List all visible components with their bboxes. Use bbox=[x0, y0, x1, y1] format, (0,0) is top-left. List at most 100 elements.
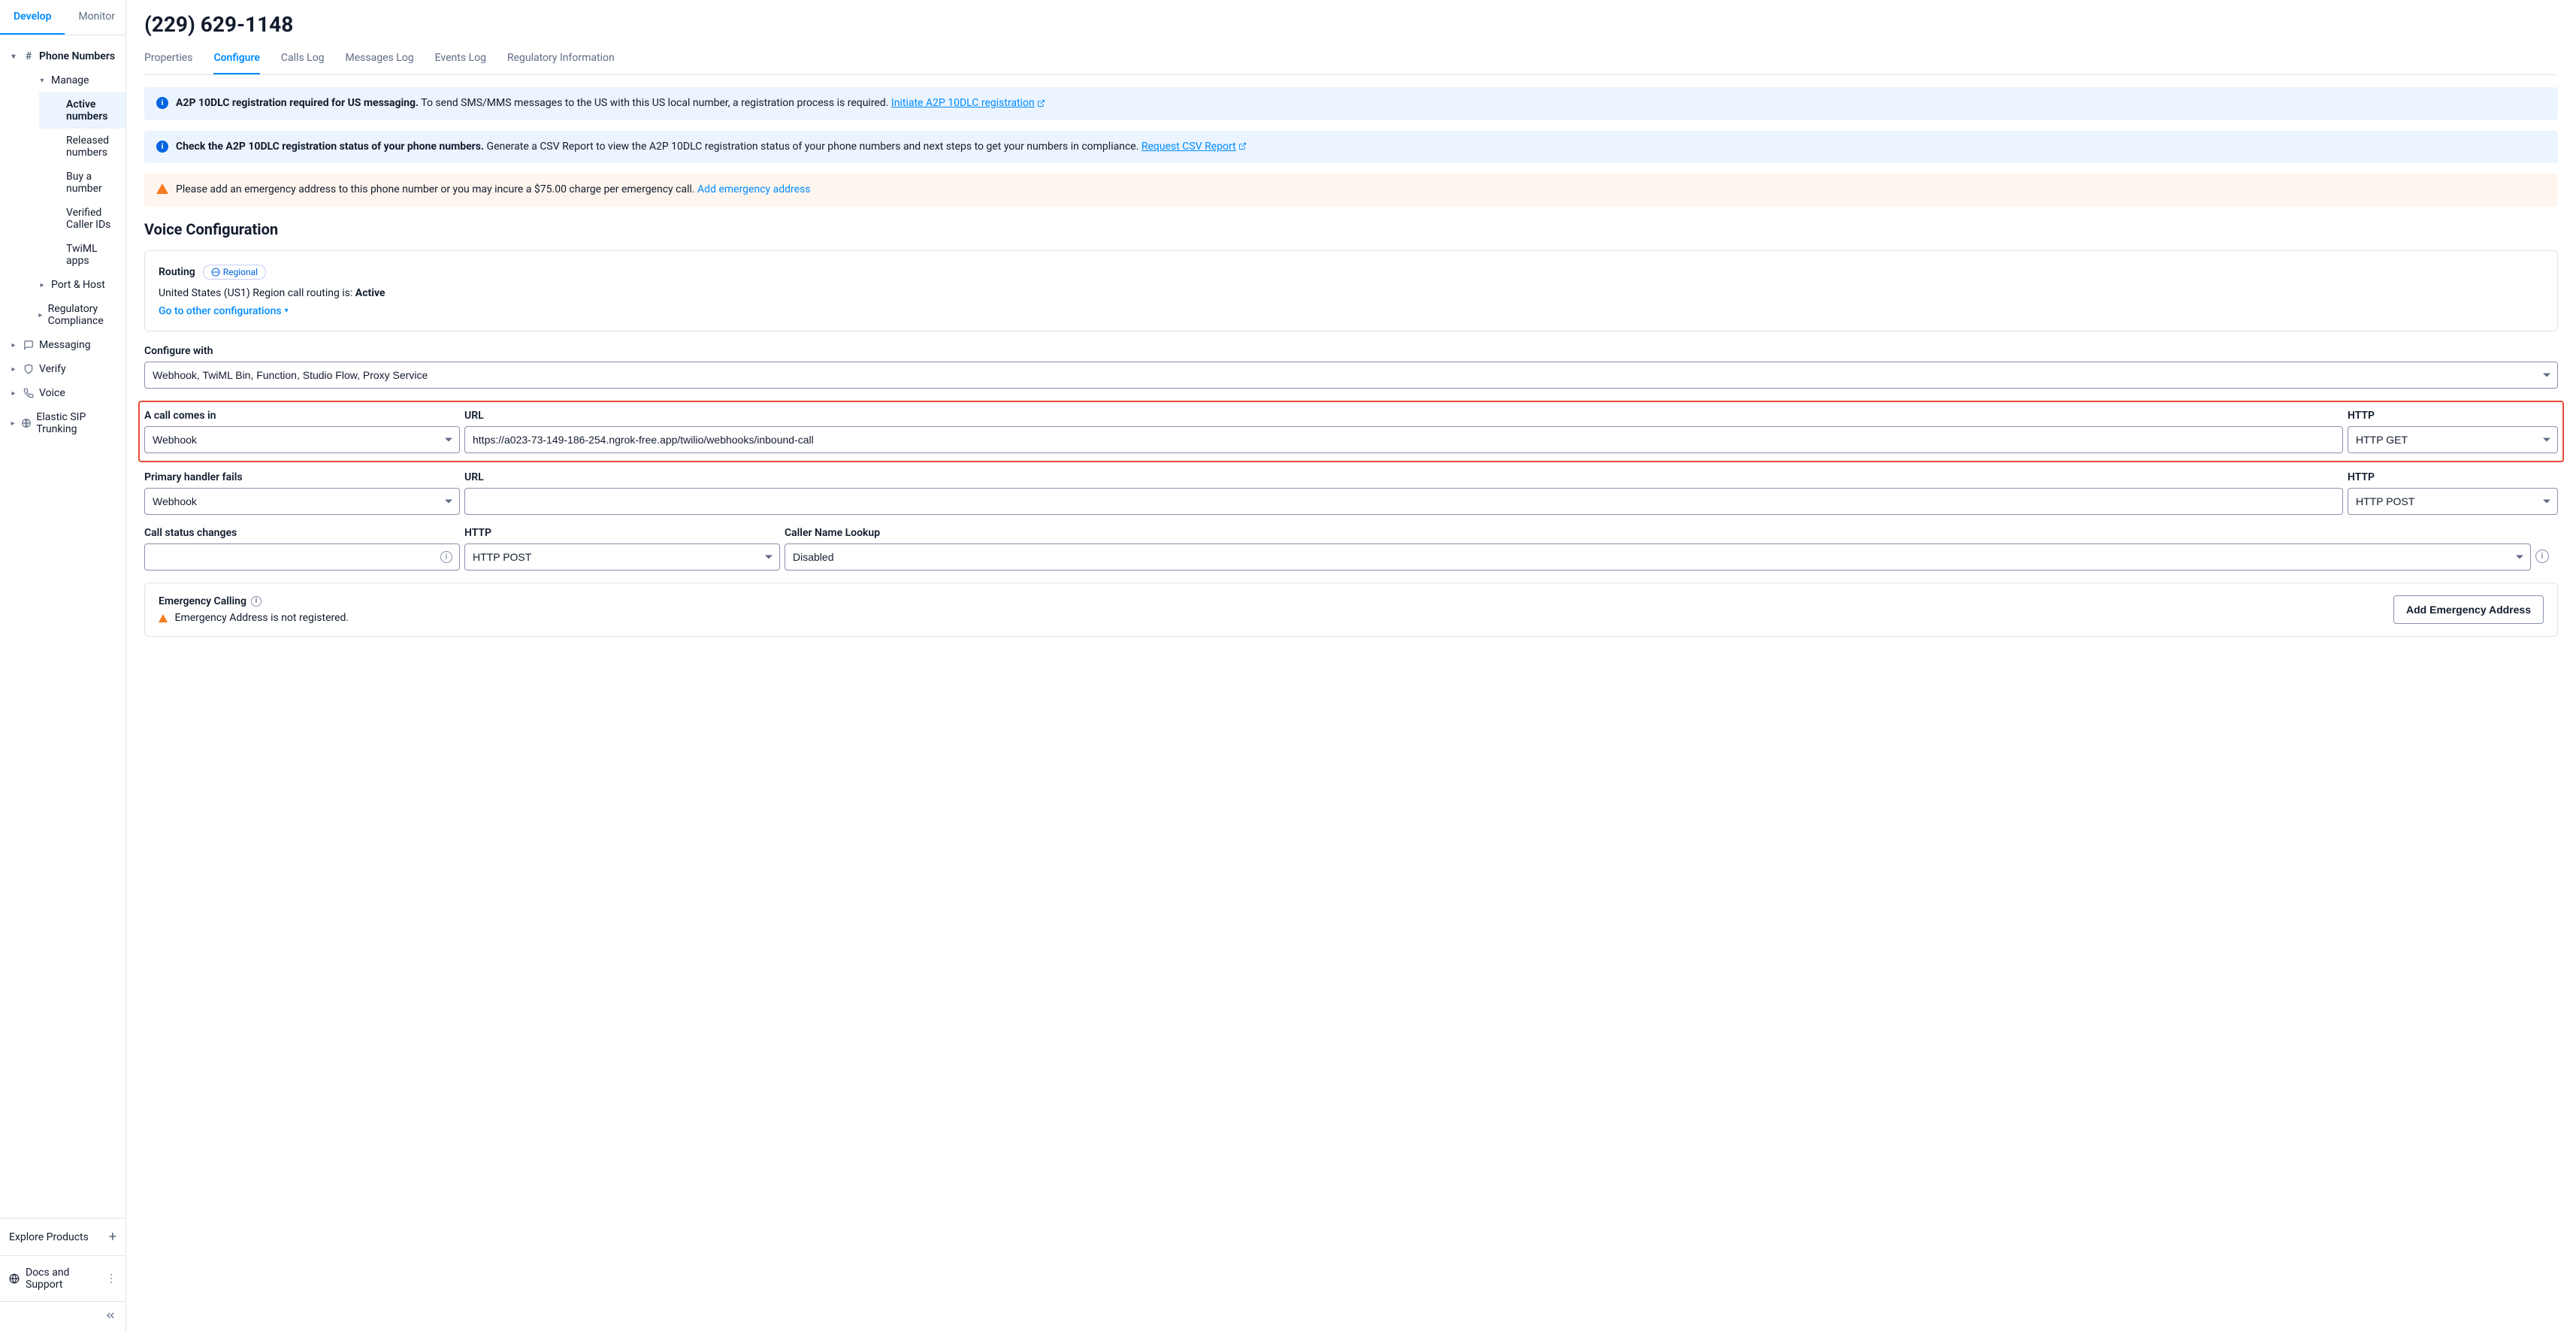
docs-label: Docs and Support bbox=[26, 1267, 100, 1291]
call-comes-in-url-input[interactable] bbox=[464, 426, 2343, 453]
section-title-voice: Voice Configuration bbox=[144, 220, 2558, 238]
banner-bold: Check the A2P 10DLC registration status … bbox=[176, 141, 484, 153]
emergency-card: Emergency Calling i Emergency Address is… bbox=[144, 583, 2558, 637]
nav-twiml-apps[interactable]: TwiML apps bbox=[39, 237, 125, 273]
page-title: (229) 629-1148 bbox=[144, 12, 2558, 37]
chevron-right-icon: ▸ bbox=[9, 365, 18, 374]
nav-elastic-sip[interactable]: ▸ Elastic SIP Trunking bbox=[0, 405, 125, 441]
content-tabs: Properties Configure Calls Log Messages … bbox=[144, 43, 2558, 75]
http-label: HTTP bbox=[2348, 471, 2558, 483]
banner-emergency: Please add an emergency address to this … bbox=[144, 174, 2558, 207]
hash-icon: # bbox=[23, 50, 35, 62]
nav-label: Manage bbox=[51, 74, 89, 86]
nav-released-numbers[interactable]: Released numbers bbox=[39, 129, 125, 165]
link-request-csv[interactable]: Request CSV Report bbox=[1141, 141, 1247, 153]
chat-icon bbox=[23, 339, 35, 351]
explore-products[interactable]: Explore Products + bbox=[0, 1218, 125, 1255]
nav-manage[interactable]: ▾ Manage bbox=[24, 68, 125, 92]
tab-monitor[interactable]: Monitor bbox=[65, 0, 128, 35]
nav-verified-caller-ids[interactable]: Verified Caller IDs bbox=[39, 201, 125, 237]
nav-label: Phone Numbers bbox=[39, 50, 115, 62]
warning-icon bbox=[159, 614, 168, 622]
nav-label: Messaging bbox=[39, 339, 91, 351]
nav-verify[interactable]: ▸ Verify bbox=[0, 357, 125, 381]
nav-active-numbers[interactable]: Active numbers bbox=[39, 92, 125, 129]
nav-phone-numbers[interactable]: ▾ # Phone Numbers bbox=[0, 44, 125, 68]
tab-calls-log[interactable]: Calls Log bbox=[281, 43, 325, 74]
configure-with-select[interactable]: Webhook, TwiML Bin, Function, Studio Flo… bbox=[144, 362, 2558, 389]
call-status-input[interactable] bbox=[144, 543, 460, 571]
shield-icon bbox=[23, 363, 35, 375]
link-initiate-a2p[interactable]: Initiate A2P 10DLC registration bbox=[891, 97, 1045, 109]
chevron-right-icon: ▸ bbox=[9, 419, 17, 428]
chevron-right-icon: ▸ bbox=[38, 311, 44, 319]
nav-label: Regulatory Compliance bbox=[48, 303, 116, 327]
external-link-icon bbox=[1037, 99, 1045, 107]
call-status-label: Call status changes bbox=[144, 527, 460, 539]
call-comes-in-label: A call comes in bbox=[144, 410, 460, 422]
plus-icon: + bbox=[109, 1229, 116, 1245]
more-icon[interactable]: ⋮ bbox=[106, 1273, 116, 1285]
phone-icon bbox=[23, 387, 35, 399]
routing-status: United States (US1) Region call routing … bbox=[159, 287, 2544, 299]
nav-regulatory-compliance[interactable]: ▸ Regulatory Compliance bbox=[24, 297, 125, 333]
nav-buy-number[interactable]: Buy a number bbox=[39, 165, 125, 201]
chevron-right-icon: ▸ bbox=[9, 389, 18, 398]
http-label: HTTP bbox=[2348, 410, 2558, 422]
explore-label: Explore Products bbox=[9, 1231, 89, 1243]
tab-properties[interactable]: Properties bbox=[144, 43, 192, 74]
url-label: URL bbox=[464, 410, 2343, 422]
globe-icon bbox=[9, 1273, 20, 1284]
tab-configure[interactable]: Configure bbox=[213, 43, 259, 74]
tab-events-log[interactable]: Events Log bbox=[435, 43, 486, 74]
link-add-emergency[interactable]: Add emergency address bbox=[697, 183, 810, 195]
chevron-right-icon: ▸ bbox=[38, 281, 47, 289]
call-comes-in-select[interactable]: Webhook bbox=[144, 426, 460, 453]
call-comes-in-http-select[interactable]: HTTP GET bbox=[2348, 426, 2558, 453]
emergency-msg: Emergency Address is not registered. bbox=[159, 612, 349, 624]
tab-regulatory-info[interactable]: Regulatory Information bbox=[507, 43, 615, 74]
nav-voice[interactable]: ▸ Voice bbox=[0, 381, 125, 405]
info-icon[interactable]: i bbox=[251, 596, 262, 607]
configure-with-label: Configure with bbox=[144, 345, 2558, 357]
add-emergency-address-button[interactable]: Add Emergency Address bbox=[2393, 595, 2544, 624]
tab-messages-log[interactable]: Messages Log bbox=[346, 43, 414, 74]
banner-text: Generate a CSV Report to view the A2P 10… bbox=[487, 141, 1141, 153]
info-icon[interactable]: i bbox=[440, 551, 452, 563]
nav-label: Verify bbox=[39, 363, 66, 375]
http-label: HTTP bbox=[464, 527, 780, 539]
banner-text: Please add an emergency address to this … bbox=[176, 183, 697, 195]
info-icon[interactable]: i bbox=[2535, 549, 2549, 563]
call-status-http-select[interactable]: HTTP POST bbox=[464, 543, 780, 571]
chevron-down-icon: ▾ bbox=[9, 53, 18, 61]
nav-label: Voice bbox=[39, 387, 65, 399]
primary-fails-http-select[interactable]: HTTP POST bbox=[2348, 488, 2558, 515]
nav: ▾ # Phone Numbers ▾ Manage Active number… bbox=[0, 35, 125, 1218]
info-icon bbox=[156, 97, 168, 109]
external-link-icon bbox=[1238, 142, 1247, 150]
banner-a2p: A2P 10DLC registration required for US m… bbox=[144, 87, 2558, 120]
chevron-down-icon: ▾ bbox=[285, 307, 289, 315]
banner-csv: Check the A2P 10DLC registration status … bbox=[144, 131, 2558, 164]
primary-fails-label: Primary handler fails bbox=[144, 471, 460, 483]
primary-fails-select[interactable]: Webhook bbox=[144, 488, 460, 515]
caller-lookup-select[interactable]: Disabled bbox=[785, 543, 2531, 571]
collapse-sidebar-button[interactable] bbox=[0, 1301, 125, 1332]
warning-icon bbox=[156, 183, 168, 194]
routing-label: Routing bbox=[159, 266, 195, 278]
network-icon bbox=[21, 417, 32, 429]
tab-develop[interactable]: Develop bbox=[0, 0, 65, 35]
url-label: URL bbox=[464, 471, 2343, 483]
docs-support[interactable]: Docs and Support ⋮ bbox=[0, 1255, 125, 1301]
primary-fails-url-input[interactable] bbox=[464, 488, 2343, 515]
call-comes-in-highlight: A call comes in Webhook URL HTTP bbox=[138, 401, 2564, 462]
top-tabs: Develop Monitor bbox=[0, 0, 125, 35]
chevron-down-icon: ▾ bbox=[38, 77, 47, 85]
sidebar: Develop Monitor ▾ # Phone Numbers ▾ Mana… bbox=[0, 0, 126, 1332]
nav-port-host[interactable]: ▸ Port & Host bbox=[24, 273, 125, 297]
goto-other-config[interactable]: Go to other configurations ▾ bbox=[159, 305, 289, 317]
nav-messaging[interactable]: ▸ Messaging bbox=[0, 333, 125, 357]
emergency-title: Emergency Calling bbox=[159, 595, 246, 607]
banner-text: To send SMS/MMS messages to the US with … bbox=[421, 97, 891, 109]
chevron-right-icon: ▸ bbox=[9, 341, 18, 350]
